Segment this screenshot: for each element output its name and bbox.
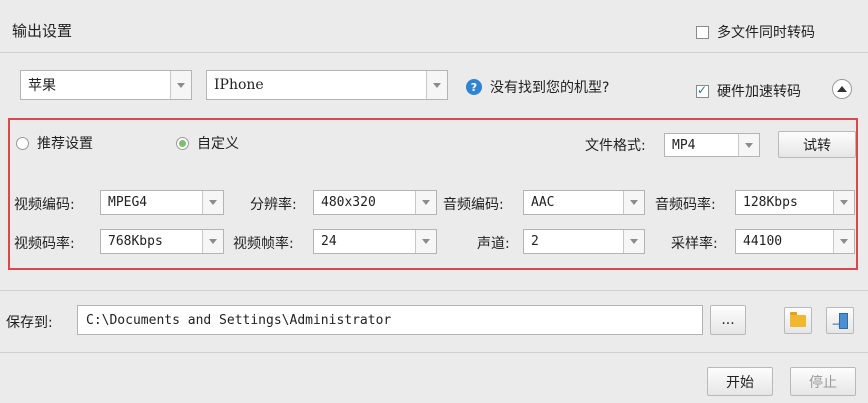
video-codec-value: MPEG4 [108,195,148,210]
browse-button[interactable]: ... [710,305,746,335]
resolution-select[interactable]: 480x320 [313,190,437,215]
recommended-radio[interactable] [16,136,29,150]
divider [0,52,868,53]
audio-bitrate-label: 音频码率: [655,197,716,213]
divider [0,290,868,291]
channels-select[interactable]: 2 [523,229,645,254]
resolution-label: 分辨率: [250,197,297,213]
multi-file-option[interactable]: 多文件同时转码 [696,22,815,42]
try-convert-button[interactable]: 试转 [778,131,856,158]
recommended-label: 推荐设置 [37,136,93,152]
video-bitrate-label: 视频码率: [14,236,75,252]
sample-rate-label: 采样率: [671,236,718,252]
start-button[interactable]: 开始 [707,367,773,396]
save-path-input[interactable]: C:\Documents and Settings\Administrator [77,305,703,335]
hw-accel-label: 硬件加速转码 [717,84,801,100]
exit-icon: → [832,312,848,330]
file-format-select[interactable]: MP4 [664,133,760,157]
chevron-down-icon[interactable] [202,191,223,214]
audio-bitrate-value: 128Kbps [743,195,798,210]
frame-rate-label: 视频帧率: [233,236,294,252]
chevron-up-circle-icon [837,86,847,92]
video-codec-select[interactable]: MPEG4 [100,190,224,215]
channels-label: 声道: [477,236,510,252]
file-format-value: MP4 [672,137,696,153]
hw-accel-option[interactable]: 硬件加速转码 [696,81,801,101]
open-folder-button[interactable] [784,307,812,334]
stop-button[interactable]: 停止 [790,367,856,396]
resolution-value: 480x320 [321,195,376,210]
chevron-down-icon[interactable] [833,191,854,214]
video-bitrate-select[interactable]: 768Kbps [100,229,224,254]
model-select[interactable]: IPhone [206,70,448,100]
chevron-down-icon[interactable] [623,230,644,253]
output-settings-title: 输出设置 [12,22,73,40]
file-format-label: 文件格式: [585,138,646,154]
chevron-down-icon[interactable] [833,230,854,253]
recommended-settings-option[interactable]: 推荐设置 [16,133,93,153]
audio-bitrate-select[interactable]: 128Kbps [735,190,855,215]
chevron-down-icon[interactable] [170,71,191,99]
folder-icon [790,311,806,327]
brand-select-value: 苹果 [28,78,56,94]
multi-file-checkbox[interactable] [696,25,709,39]
chevron-down-icon[interactable] [623,191,644,214]
custom-settings-option[interactable]: 自定义 [176,133,239,153]
multi-file-label: 多文件同时转码 [717,25,815,41]
channels-value: 2 [531,234,539,249]
question-circle-icon: ? [466,79,482,95]
video-bitrate-value: 768Kbps [108,234,163,249]
video-codec-label: 视频编码: [14,197,75,213]
chevron-down-icon[interactable] [415,191,436,214]
frame-rate-select[interactable]: 24 [313,229,437,254]
save-to-label: 保存到: [6,315,53,331]
model-help-text: 没有找到您的机型? [490,80,610,96]
audio-codec-select[interactable]: AAC [523,190,645,215]
model-select-value: IPhone [214,77,264,93]
frame-rate-value: 24 [321,234,337,249]
chevron-down-icon[interactable] [426,71,447,99]
audio-codec-label: 音频编码: [443,197,504,213]
sample-rate-value: 44100 [743,234,783,249]
custom-label: 自定义 [197,136,239,152]
audio-codec-value: AAC [531,195,555,210]
brand-select[interactable]: 苹果 [20,70,192,100]
sample-rate-select[interactable]: 44100 [735,229,855,254]
chevron-down-icon[interactable] [415,230,436,253]
chevron-down-icon[interactable] [738,134,759,156]
model-help-link[interactable]: ? 没有找到您的机型? [466,77,609,97]
hw-accel-checkbox[interactable] [696,83,709,98]
exit-button[interactable]: → [826,307,854,334]
custom-radio[interactable] [176,136,189,150]
collapse-button[interactable] [832,79,852,99]
chevron-down-icon[interactable] [202,230,223,253]
divider [0,352,868,353]
